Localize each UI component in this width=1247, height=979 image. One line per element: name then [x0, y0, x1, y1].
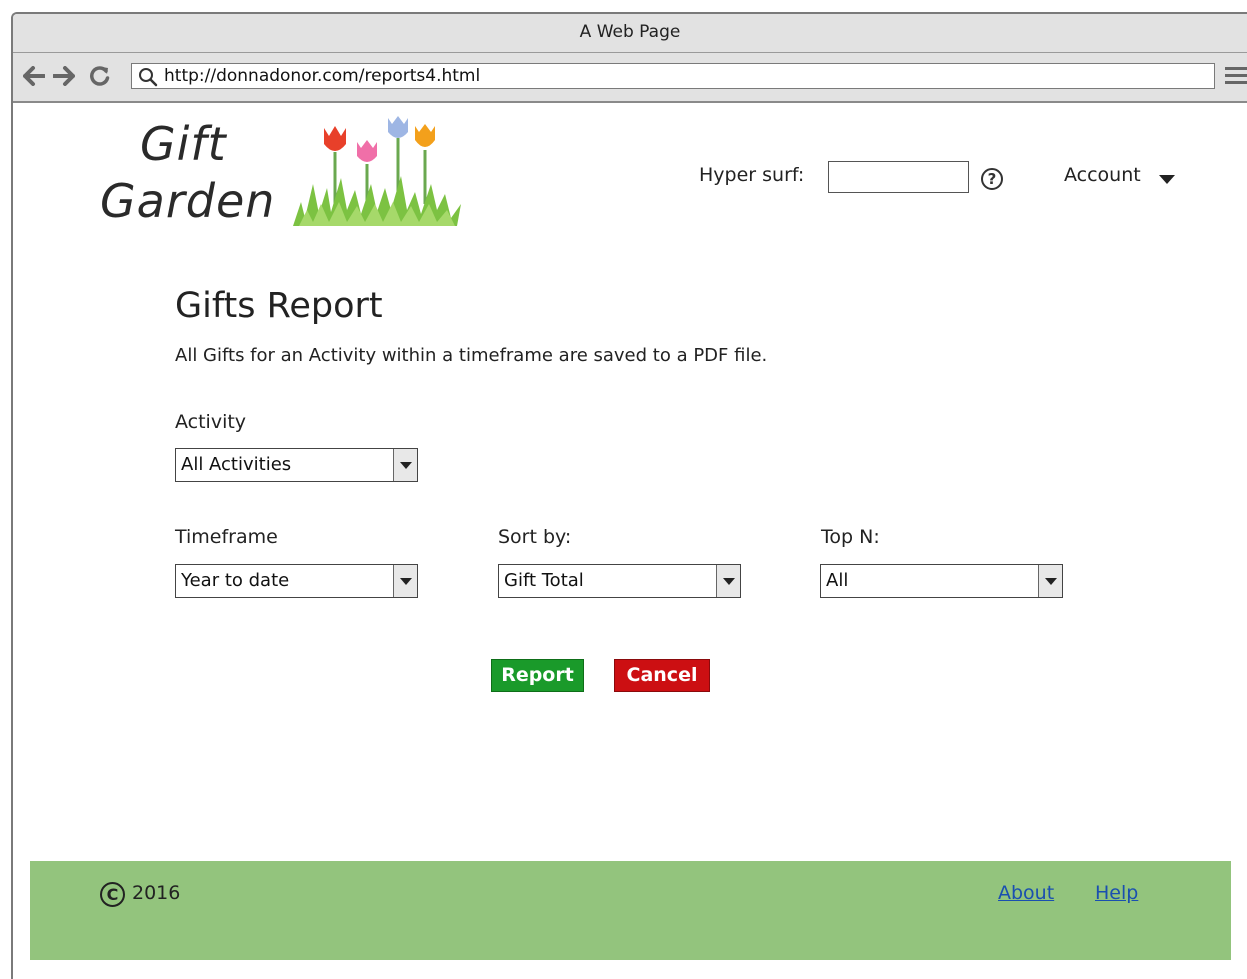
page-description: All Gifts for an Activity within a timef… — [175, 345, 768, 366]
top-n-select-value: All — [826, 570, 849, 591]
activity-select-value: All Activities — [181, 454, 292, 475]
caret-down-icon[interactable] — [716, 565, 740, 597]
sort-by-label: Sort by: — [498, 526, 572, 548]
caret-down-icon[interactable] — [1038, 565, 1062, 597]
hamburger-menu-icon[interactable] — [1225, 67, 1247, 88]
sort-by-select-value: Gift Total — [504, 570, 584, 591]
logo-text-garden: Garden — [100, 174, 276, 228]
browser-toolbar: http://donnadonor.com/reports4.html — [13, 53, 1247, 103]
footer: C 2016 About Help — [30, 861, 1231, 960]
tulips-icon — [291, 114, 463, 234]
url-text: http://donnadonor.com/reports4.html — [164, 66, 481, 86]
copyright-year: 2016 — [132, 882, 181, 904]
caret-down-icon[interactable] — [1159, 175, 1175, 184]
cancel-button[interactable]: Cancel — [614, 659, 710, 692]
timeframe-label: Timeframe — [175, 526, 278, 548]
caret-down-icon[interactable] — [393, 565, 417, 597]
top-n-select[interactable]: All — [820, 564, 1063, 598]
hyper-surf-label: Hyper surf: — [699, 164, 805, 186]
page-title: Gifts Report — [175, 286, 383, 326]
sort-by-select[interactable]: Gift Total — [498, 564, 741, 598]
activity-label: Activity — [175, 411, 247, 433]
browser-window: A Web Page http://donnadonor.com/reports… — [11, 12, 1247, 979]
account-menu[interactable]: Account — [1064, 164, 1141, 186]
timeframe-select-value: Year to date — [181, 570, 290, 591]
caret-down-icon[interactable] — [393, 449, 417, 481]
timeframe-select[interactable]: Year to date — [175, 564, 418, 598]
hyper-surf-input[interactable] — [828, 161, 969, 193]
forward-arrow-icon[interactable] — [52, 63, 76, 89]
browser-title: A Web Page — [13, 14, 1247, 53]
reload-icon[interactable] — [88, 63, 112, 89]
search-icon — [138, 67, 158, 91]
help-link[interactable]: Help — [1095, 882, 1138, 904]
help-icon[interactable]: ? — [981, 168, 1003, 190]
logo-text-gift: Gift — [140, 117, 227, 171]
copyright-icon: C — [100, 882, 125, 907]
top-n-label: Top N: — [821, 526, 880, 548]
back-arrow-icon[interactable] — [22, 63, 46, 89]
url-bar[interactable]: http://donnadonor.com/reports4.html — [131, 63, 1215, 89]
report-button[interactable]: Report — [491, 659, 584, 692]
activity-select[interactable]: All Activities — [175, 448, 418, 482]
about-link[interactable]: About — [998, 882, 1054, 904]
